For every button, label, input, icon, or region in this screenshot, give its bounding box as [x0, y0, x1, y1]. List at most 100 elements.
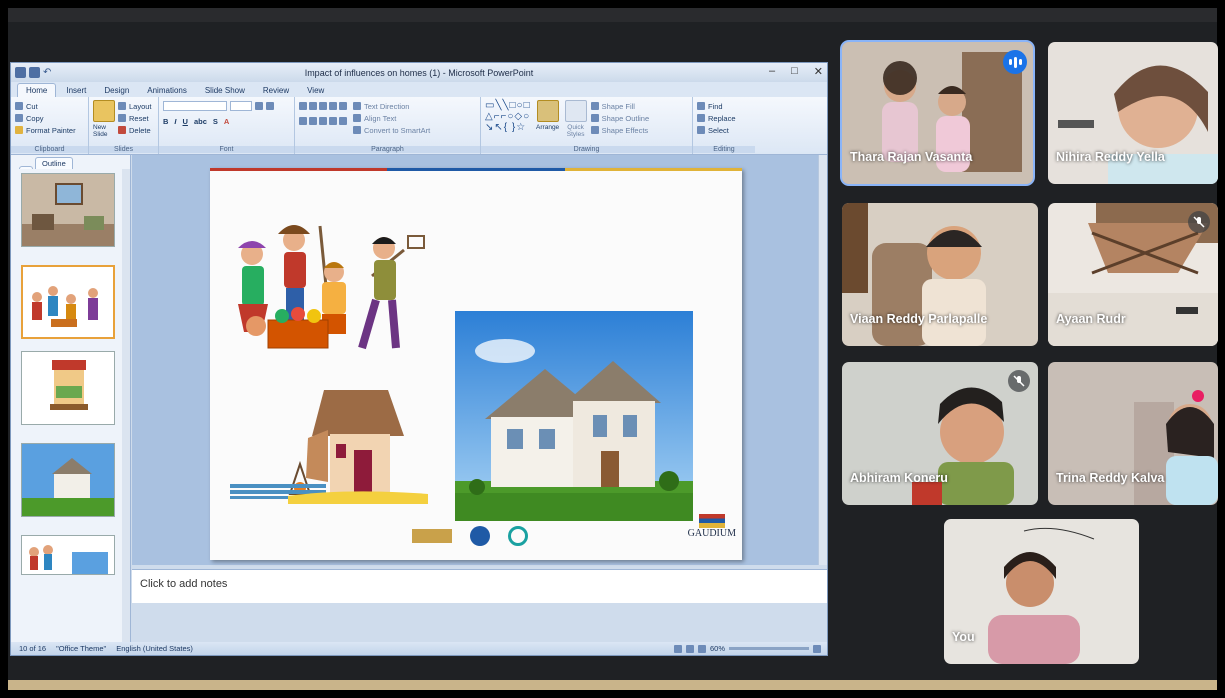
font-size-select[interactable] [230, 101, 252, 111]
bold-icon[interactable]: B [163, 117, 168, 126]
participant-name: Trina Reddy Kalva [1056, 471, 1165, 485]
shadow-icon[interactable]: S [213, 117, 218, 126]
maximize-icon[interactable]: □ [791, 65, 798, 78]
align-center-icon[interactable] [309, 117, 317, 125]
bullets-icon[interactable] [299, 102, 307, 110]
tab-outline[interactable]: Outline [35, 157, 73, 169]
format-painter-button[interactable]: Format Painter [15, 124, 84, 136]
justify-icon[interactable] [329, 117, 337, 125]
close-icon[interactable]: ✕ [814, 65, 823, 78]
participant-tile[interactable]: You [944, 519, 1139, 664]
arrange-label: Arrange [536, 124, 560, 131]
underline-icon[interactable]: U [183, 117, 188, 126]
tab-design[interactable]: Design [96, 84, 137, 97]
participant-tile[interactable]: Trina Reddy Kalva [1048, 362, 1218, 505]
font-family-select[interactable] [163, 101, 227, 111]
layout-button[interactable]: Layout [118, 100, 152, 112]
quick-styles-button[interactable]: Quick Styles [564, 100, 587, 138]
slide-thumbnail[interactable] [21, 535, 115, 575]
tab-slide-show[interactable]: Slide Show [197, 84, 253, 97]
participant-tile[interactable]: Nihira Reddy Yella [1048, 42, 1218, 184]
increase-indent-icon[interactable] [329, 102, 337, 110]
participant-tile[interactable]: Ayaan Rudr [1048, 203, 1218, 346]
cut-button[interactable]: Cut [15, 100, 84, 112]
speaking-indicator-icon [1003, 50, 1027, 74]
clipboard-group-label: Clipboard [11, 146, 88, 153]
columns-icon[interactable] [339, 117, 347, 125]
copy-button[interactable]: Copy [15, 112, 84, 124]
font-color-icon[interactable]: A [224, 117, 229, 126]
villa-photo [455, 311, 693, 521]
view-controls: 60% [673, 644, 827, 653]
slide-editor: GAUDIUM [132, 155, 827, 565]
text-direction-button[interactable]: Text Direction [353, 100, 430, 112]
slide-thumbnails-pane: Outline [11, 155, 131, 642]
paragraph-group: Text Direction Align Text Convert to Sma… [295, 97, 481, 154]
align-right-icon[interactable] [319, 117, 327, 125]
participant-name: Ayaan Rudr [1056, 312, 1126, 326]
arrange-button[interactable]: Arrange [535, 100, 561, 138]
convert-smartart-label: Convert to SmartArt [364, 125, 431, 135]
slide-thumbnail[interactable] [21, 265, 115, 339]
normal-view-icon[interactable] [673, 644, 682, 653]
slides-group-label: Slides [89, 146, 158, 153]
tab-review[interactable]: Review [255, 84, 297, 97]
font-group-label: Font [159, 146, 294, 153]
tab-home[interactable]: Home [17, 83, 57, 97]
window-controls: – □ ✕ [769, 65, 823, 78]
slide-thumbnail[interactable] [21, 443, 115, 517]
participant-name: Thara Rajan Vasanta [850, 150, 973, 164]
shape-outline-label: Shape Outline [601, 113, 650, 123]
convert-smartart-button[interactable]: Convert to SmartArt [353, 124, 430, 136]
sorter-view-icon[interactable] [685, 644, 694, 653]
language-indicator[interactable]: English (United States) [116, 644, 193, 653]
participant-tile[interactable]: Viaan Reddy Parlapalle [842, 203, 1038, 346]
tab-slides-pane[interactable] [19, 166, 33, 169]
align-text-button[interactable]: Align Text [353, 112, 430, 124]
slide-top-stripe [210, 168, 742, 171]
shape-outline-button[interactable]: Shape Outline [590, 112, 650, 124]
thumbnails-scrollbar[interactable] [122, 169, 130, 642]
align-text-label: Align Text [364, 113, 397, 123]
tab-insert[interactable]: Insert [58, 84, 94, 97]
slide-thumbnail[interactable] [21, 173, 115, 247]
grow-font-icon[interactable] [255, 102, 263, 110]
tab-animations[interactable]: Animations [139, 84, 195, 97]
text-direction-icon [353, 102, 361, 110]
editing-group: Find Replace Select Editing [693, 97, 755, 154]
line-spacing-icon[interactable] [339, 102, 347, 110]
shrink-font-icon[interactable] [266, 102, 274, 110]
participant-tile[interactable]: Thara Rajan Vasanta [842, 42, 1033, 184]
slideshow-view-icon[interactable] [697, 644, 706, 653]
strike-icon[interactable]: abc [194, 117, 207, 126]
italic-icon[interactable]: I [174, 117, 176, 126]
align-left-icon[interactable] [299, 117, 307, 125]
villa-illustration [22, 444, 114, 516]
select-button[interactable]: Select [697, 124, 751, 136]
zoom-level: 60% [709, 644, 725, 653]
find-button[interactable]: Find [697, 100, 751, 112]
participant-name: Abhiram Koneru [850, 471, 948, 485]
drawing-group-label: Drawing [481, 146, 692, 153]
slide-thumbnail[interactable] [21, 351, 115, 425]
smartart-icon [353, 126, 361, 134]
minimize-icon[interactable]: – [769, 65, 775, 78]
notes-pane[interactable]: Click to add notes [132, 569, 827, 603]
participant-tile[interactable]: Abhiram Koneru [842, 362, 1038, 505]
slide-scrollbar[interactable] [818, 155, 827, 565]
decrease-indent-icon[interactable] [319, 102, 327, 110]
cut-label: Cut [26, 101, 38, 111]
numbering-icon[interactable] [309, 102, 317, 110]
shapes-gallery[interactable]: ▭╲╲□○□ △⌐⌐○◇○ ↘↖{ }☆ [485, 100, 531, 138]
fit-window-icon[interactable] [813, 644, 821, 653]
delete-button[interactable]: Delete [118, 124, 152, 136]
current-slide[interactable]: GAUDIUM [210, 168, 742, 560]
reset-button[interactable]: Reset [118, 112, 152, 124]
zoom-slider[interactable] [729, 647, 809, 650]
shape-effects-button[interactable]: Shape Effects [590, 124, 650, 136]
new-slide-button[interactable]: New Slide [93, 100, 115, 138]
meeting-bottom-strip [8, 680, 1217, 690]
shape-fill-button[interactable]: Shape Fill [590, 100, 650, 112]
replace-button[interactable]: Replace [697, 112, 751, 124]
tab-view[interactable]: View [299, 84, 332, 97]
